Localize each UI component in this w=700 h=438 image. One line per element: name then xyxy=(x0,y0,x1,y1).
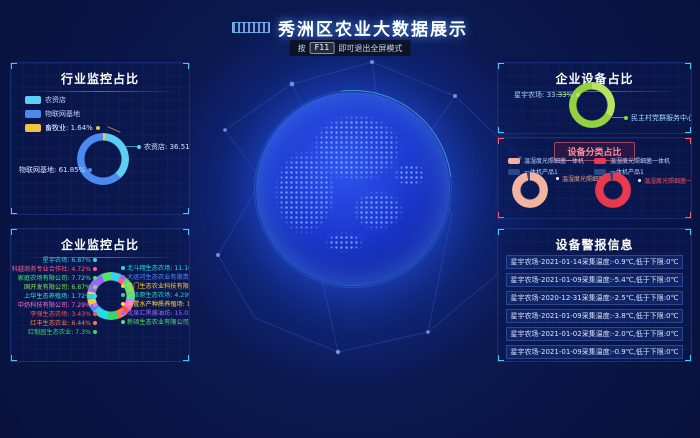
panel-industry-ratio: 行业监控占比 农资店 物联网基地 畜牧业 畜牧业: 1.64% 农资店: 36.… xyxy=(10,62,190,215)
series-label: 新硕生态农业有限公司: 6.87% xyxy=(121,317,190,326)
industry-donut-chart[interactable] xyxy=(77,133,129,185)
series-label: 丰置水产种质养殖场: 1... xyxy=(121,299,190,308)
dotted-world-map xyxy=(264,100,442,278)
label-dot xyxy=(137,145,141,149)
f11-key-badge: F11 xyxy=(310,42,335,54)
panel-device-class-ratio: 设备分类占比 温湿度光照细菌一体机 一体机产品1 温湿度光照细菌一... 温湿度… xyxy=(497,137,692,219)
legend-swatch xyxy=(508,158,520,164)
devclass-right-donut[interactable] xyxy=(595,172,631,208)
alert-list: 星宇农场-2021-01-14采集温度:-0.9℃,低于下限:0℃ 星宇农场-2… xyxy=(506,255,683,359)
devices-donut-chart[interactable] xyxy=(569,82,615,128)
page-title: 秀洲区农业大数据展示 xyxy=(278,15,468,40)
series-label: 科越商务专业合作社: 4.72% xyxy=(12,264,97,273)
globe-visualization xyxy=(256,92,450,286)
legend-label: 温湿度光照细菌一体机 xyxy=(524,156,584,165)
alert-row: 星宇农场-2020-12-31采集温度:-2.5℃,低于下限:0℃ xyxy=(506,291,683,305)
legend-swatch xyxy=(25,124,41,132)
alert-row: 星宇农场-2021-01-09采集温度:-0.9℃,低于下限:0℃ xyxy=(506,345,683,359)
series-label: 红丰生态农业: 6.44% xyxy=(30,318,97,327)
legend-item[interactable]: 温湿度光照细菌一体机 xyxy=(508,156,584,165)
series-label: 大运河生态农业有限责任公... xyxy=(121,272,190,281)
series-label: 国开发有限公司: 6.87% xyxy=(24,282,97,291)
logo-badge xyxy=(232,22,270,33)
panel-device-ratio: 企业设备占比 星宇农场: 33.33% 民主村党群服务中心 xyxy=(497,62,692,134)
legend-label: 农资店 xyxy=(45,95,66,105)
panel-title: 行业监控占比 xyxy=(11,63,189,87)
devclass-left-donut[interactable] xyxy=(512,172,548,208)
series-label: 上华生态养殖场: 1.72% xyxy=(24,291,97,300)
tip-prefix: 按 xyxy=(298,43,306,54)
series-label: 中奶科技有限公司: 7.29% xyxy=(18,300,97,309)
legend-swatch xyxy=(25,96,41,104)
legend-label: 温湿度光照细菌一体机 xyxy=(610,156,670,165)
chart-label-livestock: 畜牧业: 1.64% xyxy=(45,123,100,133)
series-label: 北斗翔生态农场: 11.16% xyxy=(121,263,190,272)
alert-row: 星宇农场-2021-01-09采集温度:-3.8℃,低于下限:0℃ xyxy=(506,309,683,323)
chart-label-farm: 星宇农场: 33.33% xyxy=(514,90,580,100)
panel-enterprise-ratio: 企业监控占比 星宇农场: 6.87% 科越商务专业合作社: 4.72% 家庭农场… xyxy=(10,228,190,362)
panel-device-alerts: 设备警报信息 星宇农场-2021-01-14采集温度:-0.9℃,低于下限:0℃… xyxy=(497,228,692,362)
dashboard: 秀洲区农业大数据展示 按 F11 即可退出全屏模式 行业监控占比 农资店 物联网… xyxy=(0,0,700,438)
series-label: 李强生态农场: 3.43% xyxy=(30,309,97,318)
label-dot xyxy=(576,93,580,97)
enterprise-labels-right: 北斗翔生态农场: 11.16% 大运河生态农业有限责任公... 隆门生态农业科技… xyxy=(121,263,190,326)
leader-line xyxy=(107,126,120,133)
tip-suffix: 即可退出全屏模式 xyxy=(338,43,402,54)
chart-label-center: 民主村党群服务中心 xyxy=(624,113,692,123)
series-label: 沈泉汇黑酱油坊: 15.02% xyxy=(121,308,190,317)
alert-row: 星宇农场-2021-01-09采集温度:-5.4℃,低于下限:0℃ xyxy=(506,273,683,287)
panel-title: 设备警报信息 xyxy=(498,229,691,253)
legend-item[interactable]: 物联网基地 xyxy=(25,109,80,119)
leader-line xyxy=(612,117,626,118)
leader-line xyxy=(77,169,91,170)
legend-item[interactable]: 温湿度光照细菌一体机 xyxy=(594,156,670,165)
panel-title: 企业监控占比 xyxy=(11,229,189,253)
series-label: 隆门生态农业科技有限公... xyxy=(121,281,190,290)
legend-item[interactable]: 农资店 xyxy=(25,95,80,105)
leader-line xyxy=(123,146,137,147)
alert-row: 星宇农场-2021-01-14采集温度:-0.9℃,低于下限:0℃ xyxy=(506,255,683,269)
label-dot xyxy=(638,179,641,182)
series-label: 红魁园生态农业: 7.3% xyxy=(28,327,97,336)
chart-label-iot: 物联网基地: 61.85% xyxy=(19,165,92,175)
devclass-right-pointer-label: 温湿度光照细菌一... xyxy=(638,176,692,185)
title-divider xyxy=(21,91,179,92)
chart-label-store: 农资店: 36.51% xyxy=(137,142,190,152)
header: 秀洲区农业大数据展示 xyxy=(0,15,700,40)
legend-swatch xyxy=(508,169,520,175)
series-label: 星宇农场: 6.87% xyxy=(43,255,97,264)
enterprise-labels-left: 星宇农场: 6.87% 科越商务专业合作社: 4.72% 家庭农场有限公司: 7… xyxy=(13,255,97,336)
series-label: 家庭农场有限公司: 7.72% xyxy=(18,273,97,282)
legend-label: 物联网基地 xyxy=(45,109,80,119)
fullscreen-tip: 按 F11 即可退出全屏模式 xyxy=(290,40,411,56)
label-dot xyxy=(556,177,559,180)
label-dot xyxy=(96,126,100,130)
leader-line xyxy=(556,94,570,95)
legend-swatch xyxy=(25,110,41,118)
legend-swatch xyxy=(594,158,606,164)
series-label: 鸣泽原生态农场: 4.29% xyxy=(121,290,190,299)
alert-row: 星宇农场-2021-01-02采集温度:-2.0℃,低于下限:0℃ xyxy=(506,327,683,341)
devclass-left-legend: 温湿度光照细菌一体机 一体机产品1 xyxy=(508,156,584,176)
